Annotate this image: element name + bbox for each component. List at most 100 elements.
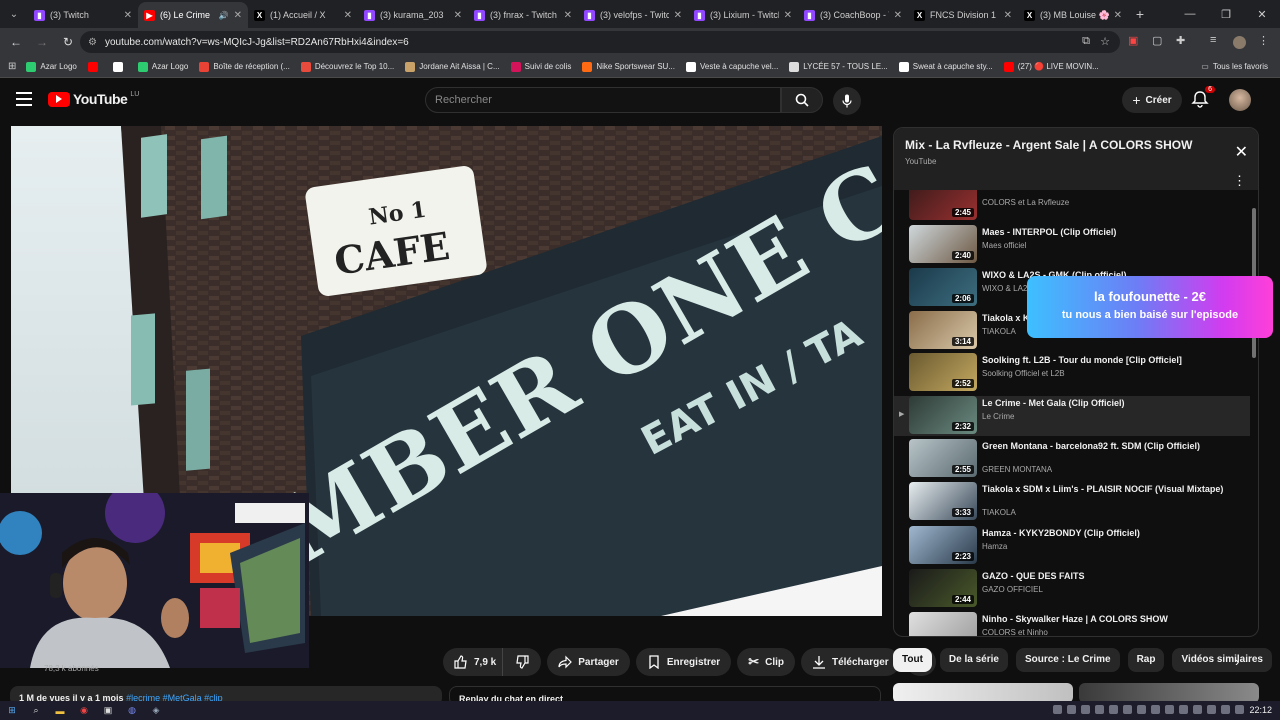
back-icon[interactable]: ← (4, 30, 28, 54)
playlist-item[interactable]: 3:33 Tiakola x SDM x Liim's - PLAISIR NOC… (894, 482, 1250, 522)
more-vertical-icon[interactable]: ⋮ (1233, 173, 1246, 189)
search-button[interactable] (781, 87, 823, 113)
close-icon[interactable]: ✕ (1235, 142, 1248, 162)
playlist-item-title[interactable]: Maes - INTERPOL (Clip Officiel) (982, 227, 1242, 238)
filter-chip[interactable]: Rap (1127, 648, 1165, 672)
browser-tab[interactable]: ▮ (3) CoachBoop - Twitch ✕ (798, 2, 908, 28)
recommended-thumbnail[interactable] (893, 683, 1073, 703)
playlist-item[interactable]: 2:52 Soolking ft. L2B - Tour du monde [Cl… (894, 353, 1250, 393)
video-thumbnail[interactable]: 2:32 (909, 396, 977, 434)
search-input[interactable]: Rechercher (425, 87, 781, 113)
extensions-puzzle-icon[interactable]: ✚ (1176, 34, 1185, 47)
bookmark-item[interactable]: Nike Sportswear SU... (582, 61, 675, 72)
discord-icon[interactable]: ◍ (120, 701, 144, 720)
video-thumbnail[interactable]: 3:14 (909, 311, 977, 349)
close-tab-icon[interactable]: ✕ (234, 10, 242, 21)
speaker-icon[interactable]: 🔊 (219, 11, 229, 20)
bookmark-item[interactable]: Boîte de réception (... (199, 61, 290, 72)
video-thumbnail[interactable]: 2:40 (909, 225, 977, 263)
minimize-icon[interactable]: — (1172, 0, 1208, 28)
tab-search-icon[interactable]: ⌄ (0, 0, 28, 28)
video-thumbnail[interactable]: 2:44 (909, 569, 977, 607)
browser-tab[interactable]: ▮ (3) Lixium - Twitch ✕ (688, 2, 798, 28)
share-button[interactable]: Partager (547, 648, 630, 676)
close-tab-icon[interactable]: ✕ (1004, 10, 1012, 21)
playlist-item[interactable]: Ninho - Skywalker Haze | A COLORS SHOW CO… (894, 612, 1250, 636)
close-tab-icon[interactable]: ✕ (674, 10, 682, 21)
bookmark-item[interactable]: Azar Logo (26, 61, 77, 72)
playlist-item[interactable]: 2:44 GAZO - QUE DES FAITS GAZO OFFICIEL (894, 569, 1250, 609)
browser-tab[interactable]: ▮ (3) fnrax - Twitch ✕ (468, 2, 578, 28)
recommended-thumbnail[interactable] (1079, 683, 1259, 703)
close-tab-icon[interactable]: ✕ (344, 10, 352, 21)
video-thumbnail[interactable] (909, 612, 977, 636)
bookmark-item[interactable]: Azar Logo (137, 61, 188, 72)
create-button[interactable]: + Créer (1122, 87, 1182, 113)
filter-chip[interactable]: Vidéos similaires (1172, 648, 1272, 672)
playlist-item-title[interactable]: Soolking ft. L2B - Tour du monde [Clip O… (982, 355, 1242, 366)
extension-icon[interactable]: ▢ (1152, 34, 1162, 47)
clip-button[interactable]: ✂ Clip (737, 648, 795, 676)
video-thumbnail[interactable]: 2:55 (909, 439, 977, 477)
mix-title[interactable]: Mix - La Rvfleuze - Argent Sale | A COLO… (905, 138, 1192, 152)
playlist-item-title[interactable]: Hamza - KYKY2BONDY (Clip Officiel) (982, 528, 1242, 539)
playlist-item[interactable]: 2:40 Maes - INTERPOL (Clip Officiel) Maes … (894, 225, 1250, 265)
windows-start-icon[interactable]: ⊞ (0, 701, 24, 720)
filter-chip[interactable]: Source : Le Crime (1015, 648, 1120, 672)
steam-icon[interactable]: ◈ (144, 701, 168, 720)
browser-tab[interactable]: X FNCS Division 1 is ✕ (908, 2, 1018, 28)
bookmark-star-icon[interactable]: ☆ (1100, 35, 1110, 48)
browser-tab[interactable]: X (1) Accueil / X ✕ (248, 2, 358, 28)
filter-chip[interactable]: De la série (939, 648, 1008, 672)
new-tab-button[interactable]: + (1128, 6, 1152, 22)
dislike-button[interactable] (502, 648, 542, 676)
close-tab-icon[interactable]: ✕ (124, 10, 132, 21)
close-tab-icon[interactable]: ✕ (784, 10, 792, 21)
playlist-item-title[interactable]: Tiakola x SDM x Liim's - PLAISIR NOCIF (… (982, 484, 1242, 495)
close-tab-icon[interactable]: ✕ (1114, 10, 1122, 21)
voice-search-button[interactable] (833, 87, 861, 115)
video-thumbnail[interactable]: 2:06 (909, 268, 977, 306)
taskbar-clock[interactable]: 22:12 (1249, 705, 1272, 715)
account-avatar[interactable] (1229, 89, 1251, 111)
playlist-item[interactable]: ▶ 2:32 Le Crime - Met Gala (Clip Officiel)… (894, 396, 1250, 436)
bookmark-item[interactable]: Sweat à capuche sty... (898, 61, 993, 72)
install-icon[interactable]: ⧉ (1082, 35, 1090, 48)
bookmark-item[interactable]: Veste à capuche vel... (686, 61, 778, 72)
video-thumbnail[interactable]: 2:23 (909, 526, 977, 564)
browser-tab[interactable]: ▮ (3) kurama_203 ✕ (358, 2, 468, 28)
close-tab-icon[interactable]: ✕ (564, 10, 572, 21)
all-bookmarks[interactable]: ▭ Tous les favoris (1201, 62, 1268, 71)
playlist-item[interactable]: 2:45 COLORS et La Rvfleuze (894, 190, 1250, 222)
playlist-item-title[interactable]: Le Crime - Met Gala (Clip Officiel) (982, 398, 1242, 409)
extension-record-icon[interactable]: ▣ (1128, 34, 1138, 47)
browser-tab[interactable]: X (3) MB Louise 🌸 ✕ (1018, 2, 1128, 28)
browser-menu-icon[interactable]: ⋮ (1258, 34, 1269, 47)
restore-icon[interactable]: ❐ (1208, 0, 1244, 28)
playlist-item-title[interactable]: Green Montana - barcelona92 ft. SDM (Cli… (982, 441, 1242, 452)
browser-tab[interactable]: ▮ (3) velofps - Twitch ✕ (578, 2, 688, 28)
forward-icon[interactable]: → (30, 30, 54, 54)
close-window-icon[interactable]: ✕ (1244, 0, 1280, 28)
reload-icon[interactable]: ↻ (56, 30, 80, 54)
download-button[interactable]: Télécharger (800, 648, 900, 676)
like-button[interactable]: 7,9 k (443, 648, 503, 676)
bookmark-item[interactable]: LYCÉE 57 - TOUS LE... (789, 61, 888, 72)
bookmark-item[interactable] (112, 61, 127, 72)
chevron-right-icon[interactable]: › (1235, 654, 1239, 669)
site-settings-icon[interactable]: ⚙ (88, 37, 97, 48)
video-thumbnail[interactable]: 2:45 (909, 190, 977, 220)
menu-icon[interactable] (16, 92, 32, 106)
playlist-item-title[interactable]: Ninho - Skywalker Haze | A COLORS SHOW (982, 614, 1242, 625)
youtube-logo[interactable]: YouTube LU (48, 91, 139, 107)
apps-grid-icon[interactable]: ⊞ (8, 61, 16, 72)
profile-avatar-icon[interactable] (1233, 36, 1246, 49)
chrome-icon[interactable]: ◉ (72, 701, 96, 720)
browser-tab[interactable]: ▶ (6) Le Crime 🔊 ✕ (138, 2, 248, 28)
bookmark-item[interactable]: Jordane Ait Aissa | C... (405, 61, 500, 72)
notifications-button[interactable]: 6 (1191, 86, 1215, 110)
taskbar-search-icon[interactable]: ⌕ (24, 701, 48, 720)
filter-chip[interactable]: Tout (893, 648, 932, 672)
bookmark-item[interactable]: Découvrez le Top 10... (300, 61, 394, 72)
video-thumbnail[interactable]: 3:33 (909, 482, 977, 520)
